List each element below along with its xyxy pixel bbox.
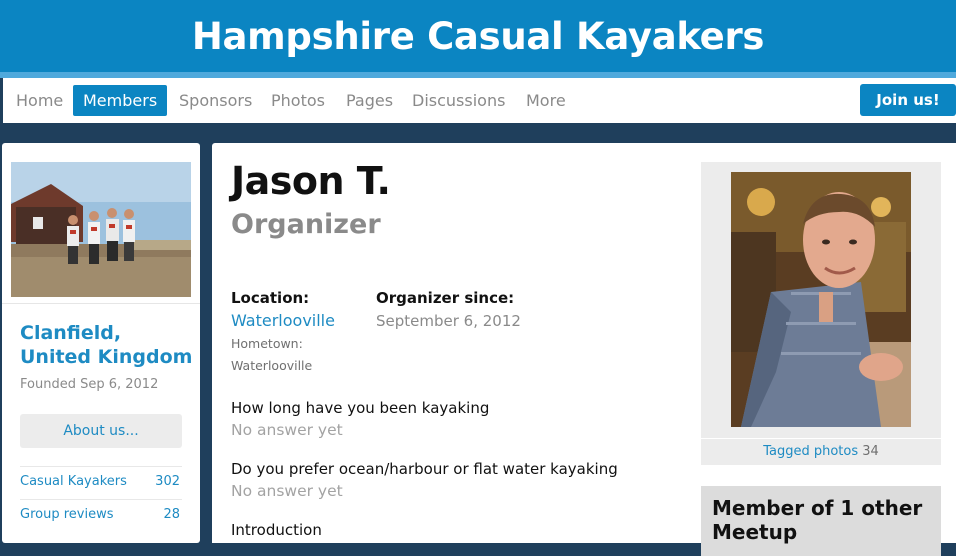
member-profile: Jason T. Organizer Location: Waterloovil… bbox=[212, 143, 956, 556]
sidebar-stat-members[interactable]: Casual Kayakers 302 bbox=[20, 466, 182, 499]
sidebar-divider bbox=[2, 303, 200, 304]
about-us-button[interactable]: About us... bbox=[20, 414, 182, 448]
hometown-label: Hometown: bbox=[231, 336, 303, 351]
founded-date: Founded Sep 6, 2012 bbox=[20, 377, 159, 392]
group-location[interactable]: Clanfield, United Kingdom bbox=[20, 321, 195, 369]
organizer-since-label: Organizer since: bbox=[376, 289, 515, 307]
group-sidebar: Clanfield, United Kingdom Founded Sep 6,… bbox=[2, 143, 200, 543]
nav-sponsors[interactable]: Sponsors bbox=[169, 85, 262, 116]
stat-label: Casual Kayakers bbox=[20, 474, 127, 489]
stat-count: 28 bbox=[163, 507, 180, 522]
stat-label: Group reviews bbox=[20, 507, 114, 522]
profile-photo[interactable] bbox=[731, 172, 911, 427]
member-role: Organizer bbox=[231, 209, 381, 240]
question-1: How long have you been kayaking bbox=[231, 399, 490, 417]
nav-home[interactable]: Home bbox=[6, 85, 73, 116]
nav-members[interactable]: Members bbox=[73, 85, 168, 116]
nav-pages[interactable]: Pages bbox=[336, 85, 403, 116]
question-2: Do you prefer ocean/harbour or flat wate… bbox=[231, 460, 618, 478]
group-photo[interactable] bbox=[11, 162, 191, 297]
tagged-photos-link[interactable]: Tagged photos 34 bbox=[701, 444, 941, 459]
city-line-2: United Kingdom bbox=[20, 346, 193, 368]
answer-2: No answer yet bbox=[231, 482, 343, 500]
main-nav: Home Members Sponsors Photos Pages Discu… bbox=[3, 78, 956, 123]
tagged-photos-count: 34 bbox=[862, 444, 879, 459]
nav-photos[interactable]: Photos bbox=[261, 85, 335, 116]
member-name: Jason T. bbox=[231, 159, 391, 203]
stat-count: 302 bbox=[155, 474, 180, 489]
introduction-label: Introduction bbox=[231, 521, 322, 539]
group-banner: Hampshire Casual Kayakers bbox=[0, 0, 956, 72]
profile-photo-box: Tagged photos 34 bbox=[701, 162, 941, 465]
group-title[interactable]: Hampshire Casual Kayakers bbox=[192, 15, 765, 58]
tagged-photos-label: Tagged photos bbox=[763, 444, 859, 459]
organizer-since-value: September 6, 2012 bbox=[376, 312, 521, 330]
tag-divider bbox=[701, 438, 941, 439]
nav-more[interactable]: More bbox=[516, 85, 576, 116]
join-button[interactable]: Join us! bbox=[860, 84, 956, 116]
hometown-value: Waterlooville bbox=[231, 358, 313, 373]
location-label: Location: bbox=[231, 289, 310, 307]
sidebar-stat-reviews[interactable]: Group reviews 28 bbox=[20, 499, 182, 532]
other-meetups-box: Member of 1 other Meetup bbox=[701, 486, 941, 556]
nav-discussions[interactable]: Discussions bbox=[402, 85, 515, 116]
group-photo-image bbox=[11, 162, 191, 297]
other-meetups-heading: Member of 1 other Meetup bbox=[712, 496, 923, 544]
answer-1: No answer yet bbox=[231, 421, 343, 439]
city-line-1: Clanfield, bbox=[20, 322, 122, 344]
location-link[interactable]: Waterlooville bbox=[231, 311, 335, 330]
profile-photo-image bbox=[731, 172, 911, 427]
